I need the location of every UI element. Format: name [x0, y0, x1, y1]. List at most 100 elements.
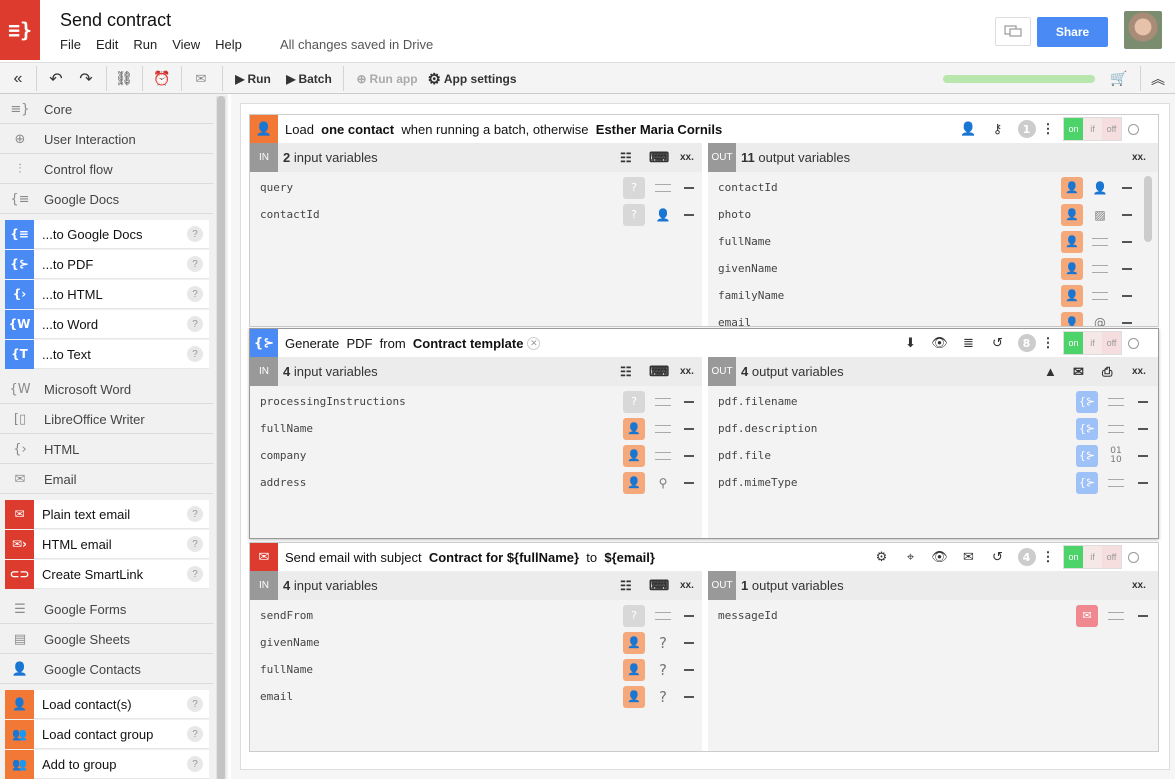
category-html[interactable]: {› HTML: [0, 435, 213, 464]
output-row[interactable]: familyName 👤: [708, 282, 1138, 309]
menu-edit[interactable]: Edit: [96, 37, 118, 52]
outputs-scrollbar[interactable]: [1144, 176, 1152, 242]
remove-icon[interactable]: [684, 614, 694, 617]
menu-help[interactable]: Help: [215, 37, 242, 52]
more-menu-icon[interactable]: ⋮: [1041, 335, 1055, 351]
menu-view[interactable]: View: [172, 37, 200, 52]
clear-icon[interactable]: xx.: [680, 580, 694, 591]
output-row[interactable]: messageId ✉: [708, 602, 1158, 629]
input-row[interactable]: fullName 👤: [250, 415, 702, 442]
select-circle-icon[interactable]: [1128, 337, 1139, 349]
keyboard-icon[interactable]: ⌨: [649, 149, 669, 166]
category-google-contacts[interactable]: 👤 Google Contacts: [0, 655, 213, 684]
person-icon[interactable]: 👤: [954, 122, 983, 137]
more-menu-icon[interactable]: ⋮: [1041, 549, 1055, 565]
clear-icon[interactable]: xx.: [1132, 366, 1146, 377]
step-title[interactable]: Send email with subject Contract for ${f…: [285, 550, 655, 565]
select-circle-icon[interactable]: [1128, 123, 1139, 135]
step-title[interactable]: Load one contact when running a batch, o…: [285, 122, 722, 137]
question-icon[interactable]: ?: [623, 176, 645, 199]
cart-icon[interactable]: 🛒: [1108, 63, 1130, 94]
on-if-off-toggle[interactable]: on if off: [1063, 545, 1122, 569]
redo-icon[interactable]: ↷: [74, 63, 98, 94]
sidebar-item-load-contacts[interactable]: 👤 Load contact(s)?: [5, 689, 209, 719]
more-menu-icon[interactable]: ⋮: [1041, 121, 1055, 137]
undo-step-icon[interactable]: ↺: [983, 550, 1012, 565]
category-core[interactable]: ≡} Core: [0, 95, 213, 124]
remove-icon[interactable]: [1138, 400, 1148, 403]
google-drive-icon[interactable]: ▲: [1044, 364, 1057, 379]
question-icon[interactable]: ?: [623, 390, 645, 413]
input-row[interactable]: givenName 👤?: [250, 629, 702, 656]
person-icon[interactable]: 👤: [623, 631, 645, 654]
step-generate-pdf[interactable]: {⊱ Generate PDF from Contract template ✕…: [249, 328, 1159, 539]
sidebar-item-to-word[interactable]: {W ...to Word?: [5, 309, 209, 339]
person-icon[interactable]: 👤: [1061, 311, 1083, 326]
keyboard-icon[interactable]: ⌨: [649, 363, 669, 380]
input-row[interactable]: company 👤: [250, 442, 702, 469]
run-button[interactable]: ▶ Run: [230, 63, 276, 94]
document-title[interactable]: Send contract: [60, 10, 171, 31]
remove-icon[interactable]: [684, 427, 694, 430]
remove-icon[interactable]: [1138, 454, 1148, 457]
input-row[interactable]: sendFrom?: [250, 602, 702, 629]
on-if-off-toggle[interactable]: on if off: [1063, 331, 1122, 355]
menu-run[interactable]: Run: [133, 37, 157, 52]
remove-icon[interactable]: [684, 668, 694, 671]
help-icon[interactable]: ?: [187, 696, 203, 712]
undo-icon[interactable]: ↶: [44, 63, 68, 94]
crosshair-icon[interactable]: ⌖: [896, 550, 925, 565]
output-row[interactable]: pdf.mimeType {⊱: [708, 469, 1158, 496]
menu-file[interactable]: File: [60, 37, 81, 52]
output-row[interactable]: pdf.filename {⊱: [708, 388, 1158, 415]
input-row[interactable]: email 👤?: [250, 683, 702, 710]
clear-icon[interactable]: xx.: [1132, 152, 1146, 163]
sidebar-item-add-to-group[interactable]: 👥 Add to group?: [5, 749, 209, 779]
sidebar-item-load-contact-group[interactable]: 👥 Load contact group?: [5, 719, 209, 749]
download-icon[interactable]: ⬇: [896, 336, 925, 351]
person-icon[interactable]: 👤: [1061, 203, 1083, 226]
envelope-icon[interactable]: ✉: [954, 550, 983, 565]
step-title[interactable]: Generate PDF from Contract template: [285, 336, 523, 351]
help-icon[interactable]: ?: [187, 256, 203, 272]
remove-icon[interactable]: [684, 481, 694, 484]
remove-icon[interactable]: [1138, 427, 1148, 430]
person-icon[interactable]: 👤: [623, 444, 645, 467]
remove-icon[interactable]: [1122, 186, 1132, 189]
help-icon[interactable]: ?: [187, 536, 203, 552]
help-icon[interactable]: ?: [187, 316, 203, 332]
clear-icon[interactable]: xx.: [1132, 580, 1146, 591]
category-google-sheets[interactable]: ▤ Google Sheets: [0, 625, 213, 654]
category-libreoffice-writer[interactable]: [▯ LibreOffice Writer: [0, 405, 213, 434]
step-send-email[interactable]: ✉ Send email with subject Contract for $…: [249, 542, 1159, 752]
output-row[interactable]: pdf.description {⊱: [708, 415, 1158, 442]
pdf-icon[interactable]: {⊱: [1076, 417, 1098, 440]
app-settings-button[interactable]: ⚙ App settings: [427, 63, 517, 94]
person-icon[interactable]: 👤: [623, 685, 645, 708]
step-load-contact[interactable]: 👤 Load one contact when running a batch,…: [249, 114, 1159, 327]
pdf-icon[interactable]: {⊱: [1076, 390, 1098, 413]
user-avatar[interactable]: [1124, 11, 1162, 49]
person-icon[interactable]: 👤: [1061, 176, 1083, 199]
pdf-icon[interactable]: {⊱: [1076, 444, 1098, 467]
category-control-flow[interactable]: ⫶ Control flow: [0, 155, 213, 184]
help-icon[interactable]: ?: [187, 726, 203, 742]
question-icon[interactable]: ?: [623, 203, 645, 226]
sort-icon[interactable]: ☷: [620, 578, 632, 594]
clear-icon[interactable]: xx.: [680, 152, 694, 163]
sidebar-item-plain-text-email[interactable]: ✉ Plain text email?: [5, 499, 209, 529]
output-row[interactable]: givenName 👤: [708, 255, 1138, 282]
sidebar-item-to-html[interactable]: {› ...to HTML?: [5, 279, 209, 309]
category-microsoft-word[interactable]: {W Microsoft Word: [0, 375, 213, 404]
question-icon[interactable]: ?: [623, 604, 645, 627]
keyboard-icon[interactable]: ⌨: [649, 577, 669, 594]
output-row[interactable]: pdf.file {⊱ 01 10: [708, 442, 1158, 469]
collapse-sidebar-icon[interactable]: «: [4, 63, 32, 94]
input-row[interactable]: processingInstructions?: [250, 388, 702, 415]
link-icon[interactable]: ⛓: [112, 63, 136, 94]
eye-icon[interactable]: 👁: [925, 336, 954, 351]
sidebar-item-create-smartlink[interactable]: ⊂⊃ Create SmartLink?: [5, 559, 209, 589]
person-icon[interactable]: 👤: [623, 658, 645, 681]
help-icon[interactable]: ?: [187, 566, 203, 582]
sidebar-item-html-email[interactable]: ✉› HTML email?: [5, 529, 209, 559]
